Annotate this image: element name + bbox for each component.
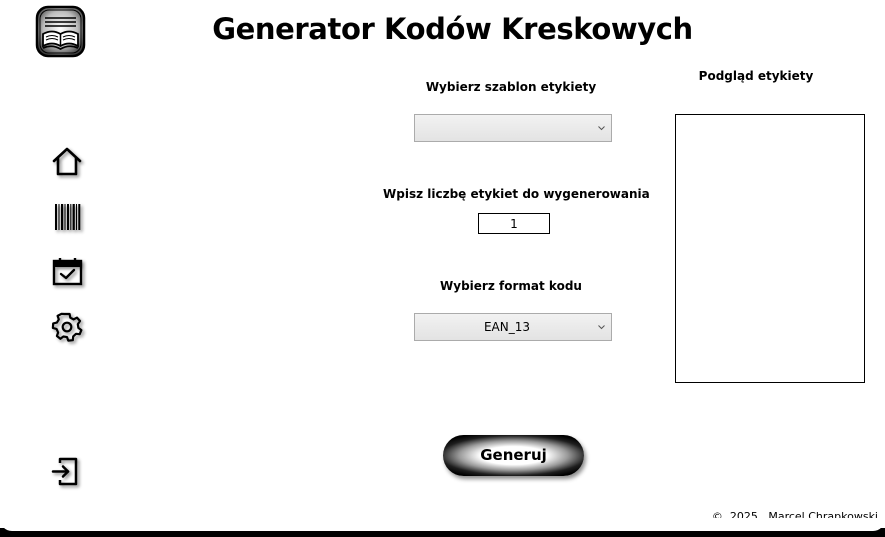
count-input[interactable]: [478, 213, 550, 234]
template-select-value: [415, 115, 599, 141]
generate-button[interactable]: Generuj: [443, 435, 584, 476]
logout-icon[interactable]: [51, 456, 81, 488]
preview-label: Podgląd etykiety: [698, 69, 814, 83]
window-bottom-edge: [0, 518, 885, 537]
book-logo-icon: [35, 5, 87, 59]
format-label: Wybierz format kodu: [440, 279, 582, 293]
chevron-down-icon: [598, 325, 605, 330]
format-select-value: EAN_13: [483, 320, 531, 334]
template-select[interactable]: [414, 114, 612, 142]
template-label: Wybierz szablon etykiety: [425, 80, 597, 94]
app-window: Generator Kodów Kreskowych Wybierz szabl…: [0, 0, 885, 531]
home-icon[interactable]: [50, 146, 84, 178]
app-title: Generator Kodów Kreskowych: [212, 12, 693, 46]
gear-icon[interactable]: [51, 311, 85, 345]
barcode-icon[interactable]: [54, 202, 82, 232]
label-preview: [675, 114, 865, 383]
count-label: Wpisz liczbę etykiet do wygenerowania: [383, 187, 650, 201]
chevron-down-icon: [598, 126, 605, 131]
calendar-check-icon[interactable]: [51, 256, 85, 288]
format-select[interactable]: EAN_13: [414, 313, 612, 341]
